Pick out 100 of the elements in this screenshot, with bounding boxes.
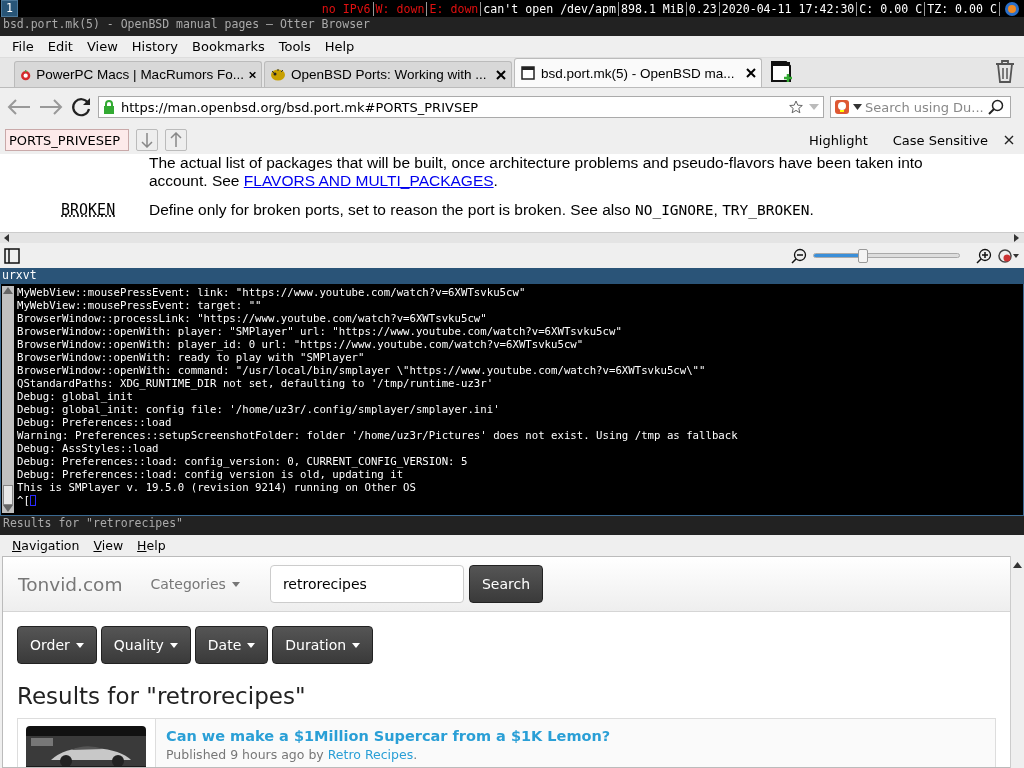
menu-item[interactable]: Tools xyxy=(271,39,318,54)
filter-dropdown[interactable]: Quality xyxy=(100,626,191,664)
scrollbar[interactable] xyxy=(1010,556,1024,768)
terminal-line: BrowserWindow::openWith: ready to play with "SMPlayer" xyxy=(17,351,366,364)
search-engine-icon[interactable] xyxy=(834,99,850,115)
scroll-up-icon[interactable] xyxy=(1013,562,1022,568)
up-arrow-icon xyxy=(170,132,182,148)
separator-icon xyxy=(683,1,689,16)
find-field[interactable]: PORTS_PRIVESEP xyxy=(5,129,129,151)
status-text: 898.1 MiB xyxy=(621,1,684,16)
description-paragraph: The actual list of packages that will be built, once architecture problems and pseudo-flavors have been taken into account. See FLAVORS AND MULTI_PACKAGES. xyxy=(149,154,924,190)
status-text: can't open /dev/apm xyxy=(483,1,616,16)
status-text: 2020-04-11 17:42:30 xyxy=(721,1,855,16)
sidebar-icon[interactable] xyxy=(4,247,20,264)
filter-dropdown[interactable]: Date xyxy=(194,626,269,664)
zoom-in-icon[interactable] xyxy=(976,247,992,264)
status-text: 0.23 xyxy=(688,1,717,16)
terminal-line: Debug: global_init: config file: '/home/uz3r/.config/smplayer/smplayer.ini' xyxy=(17,403,501,416)
terminal-line: Debug: global_init xyxy=(17,390,134,403)
lock-icon xyxy=(103,100,115,114)
terminal-line: This is SMPlayer v. 19.5.0 (revision 9214) running on Other OS xyxy=(17,481,417,494)
caret-icon xyxy=(352,642,361,648)
reload-icon[interactable] xyxy=(70,96,92,118)
results-heading: Results for "retrorecipes" xyxy=(17,682,307,710)
terminal-line: BrowserWindow::processLink: "https://www.youtube.com/watch?v=6XWTsvku5cw" xyxy=(17,312,488,325)
zoom-slider[interactable] xyxy=(813,248,960,263)
search-icon[interactable] xyxy=(988,99,1004,115)
menu-item[interactable]: File xyxy=(5,39,41,54)
find-next-button[interactable] xyxy=(136,129,158,151)
variable-term: BROKEN xyxy=(61,201,117,219)
close-icon[interactable] xyxy=(746,68,756,78)
find-previous-button[interactable] xyxy=(165,129,187,151)
star-icon[interactable] xyxy=(789,100,803,114)
status-text: no IPv6 xyxy=(321,1,371,16)
page-icon xyxy=(520,65,536,81)
terminal-line: Debug: Preferences::load: config version is old, updating it xyxy=(17,468,405,481)
terminal-line: QStandardPaths: XDG_RUNTIME_DIR not set, defaulting to '/tmp/runtime-uz3r' xyxy=(17,377,495,390)
separator-icon xyxy=(616,1,621,16)
status-text: W: down xyxy=(375,1,425,16)
status-text: TZ: 0.00 C xyxy=(927,1,997,16)
close-icon[interactable] xyxy=(496,69,506,80)
terminal-line: Debug: Preferences::load: config_version: 0, CURRENT_CONFIG_VERSION: 5 xyxy=(17,455,469,468)
browser-tab[interactable]: bsd.port.mk(5) - OpenBSD ma... xyxy=(514,58,762,87)
search-field[interactable]: Search using Du... xyxy=(830,96,1011,118)
search-button[interactable]: Search xyxy=(468,565,543,603)
scrollbar[interactable] xyxy=(2,286,14,513)
workspace-button[interactable]: 1 xyxy=(1,0,18,17)
separator-icon xyxy=(478,1,484,16)
caret-icon xyxy=(169,642,178,648)
categories-menu[interactable]: Categories xyxy=(150,576,240,592)
section-link[interactable]: FLAVORS AND MULTI_PACKAGES xyxy=(243,172,494,189)
menu-item[interactable]: Navigation xyxy=(5,538,87,553)
url-field[interactable]: https://man.openbsd.org/bsd.port.mk#PORTS_PRIVSEP xyxy=(98,96,824,118)
zoom-out-icon[interactable] xyxy=(791,247,807,264)
find-option-button[interactable]: Highlight xyxy=(800,132,877,148)
terminal-line: BrowserWindow::openWith: command: "/usr/local/bin/smplayer \"https://www.youtube.com/watch?v=6XWTsvku5cw\"" xyxy=(17,364,707,377)
separator-icon xyxy=(370,1,376,16)
dropdown-caret-icon[interactable] xyxy=(853,103,862,111)
published-line: Published 9 hours ago by Retro Recipes. xyxy=(166,747,419,762)
menu-item[interactable]: Help xyxy=(317,39,362,54)
filter-dropdown[interactable]: Duration xyxy=(272,626,374,664)
menu-item[interactable]: View xyxy=(79,39,125,54)
separator-icon xyxy=(922,1,928,16)
menu-item[interactable]: History xyxy=(124,39,186,54)
browser-tab[interactable]: OpenBSD Ports: Working with ... xyxy=(264,61,512,87)
status-text: C: 0.00 C xyxy=(859,1,923,16)
down-arrow-icon xyxy=(141,132,153,148)
terminal-line: BrowserWindow::openWith: player_id: 0 url: "https://www.youtube.com/watch?v=6XWTsvku5cw" xyxy=(17,338,585,351)
terminal-line: Debug: Preferences::load xyxy=(17,416,173,429)
separator-icon xyxy=(716,1,722,16)
close-icon[interactable] xyxy=(248,69,256,80)
close-icon[interactable] xyxy=(1004,135,1014,145)
caret-icon xyxy=(75,642,84,648)
terminal-line: Warning: Preferences::setupScreenshotFolder: folder '/home/uz3r/Pictures' does not exist. Using /tmp as fallback xyxy=(17,429,738,442)
search-field[interactable]: retrorecipes xyxy=(269,565,464,603)
new-tab-icon[interactable] xyxy=(770,59,794,83)
separator-icon xyxy=(854,1,860,16)
separator-icon xyxy=(997,1,1002,16)
menu-item[interactable]: Help xyxy=(130,538,173,553)
caret-icon xyxy=(231,581,240,587)
terminal-line: BrowserWindow::openWith: player: "SMPlayer" url: "https://www.youtube.com/watch?v=6XWTsvku5cw" xyxy=(17,325,623,338)
menu-item[interactable]: View xyxy=(86,538,131,553)
filter-dropdown[interactable]: Order xyxy=(17,626,97,664)
window-title: bsd.port.mk(5) - OpenBSD manual pages — Otter Browser xyxy=(0,17,1024,36)
browser-tab[interactable]: PowerPC Macs | MacRumors Fo... xyxy=(14,61,262,87)
caret-icon xyxy=(247,642,256,648)
terminal-line: Debug: AssStyles::load xyxy=(17,442,160,455)
variable-description: Define only for broken ports, set to reason the port is broken. See also NO_IGNORE, TRY_BROKEN. xyxy=(149,201,814,219)
find-option-button[interactable]: Case Sensitive xyxy=(883,132,997,148)
menu-item[interactable]: Edit xyxy=(40,39,80,54)
window-title: Results for "retrorecipes" xyxy=(0,516,1024,535)
trash-icon[interactable] xyxy=(994,59,1016,83)
menu-item[interactable]: Bookmarks xyxy=(185,39,272,54)
text-cursor xyxy=(29,495,36,506)
scroll-thumb[interactable] xyxy=(3,485,13,505)
status-text: E: down xyxy=(429,1,479,16)
terminal-prompt: ^[ xyxy=(17,494,30,507)
site-logo[interactable]: Tonvid.com xyxy=(18,573,123,595)
separator-icon xyxy=(424,1,430,16)
terminal-line: MyWebView::mousePressEvent: target: "" xyxy=(17,299,263,312)
